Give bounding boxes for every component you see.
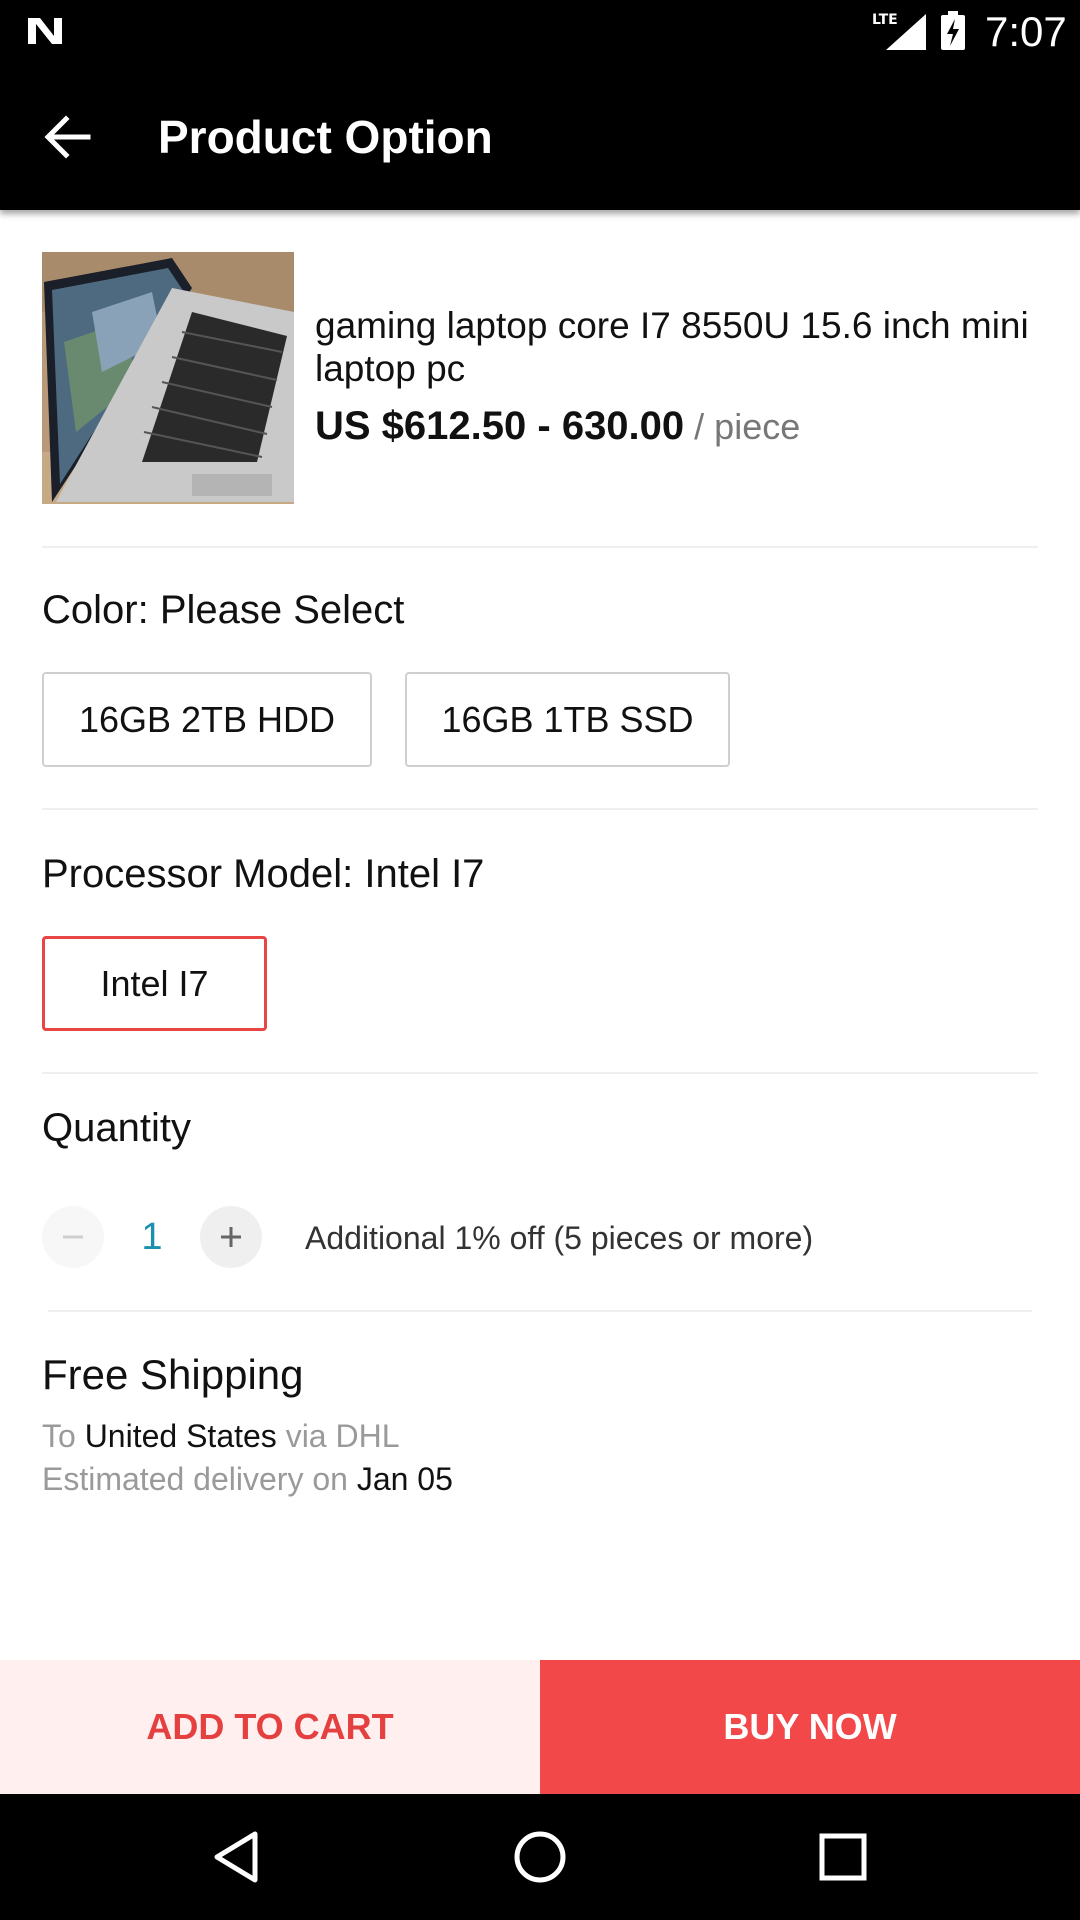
product-price: US $612.50 - 630.00	[315, 404, 685, 448]
delivery-date: Jan 05	[356, 1461, 453, 1497]
color-label: Color: Please Select	[42, 588, 405, 632]
divider	[42, 808, 1038, 810]
laptop-photo-icon	[42, 252, 294, 504]
processor-label: Processor Model: Intel I7	[42, 852, 485, 896]
status-time: 7:07	[985, 8, 1067, 55]
shipping-destination: To United States via DHL	[42, 1416, 400, 1456]
shipping-method: via DHL	[285, 1418, 400, 1454]
quantity-discount-note: Additional 1% off (5 pieces or more)	[305, 1220, 814, 1256]
price-unit: / piece	[694, 406, 801, 447]
system-nav-bar	[0, 1794, 1080, 1920]
quantity-increase-button[interactable]	[200, 1206, 262, 1268]
divider	[48, 1310, 1032, 1312]
svg-text:LTE: LTE	[872, 12, 898, 28]
shipping-estimate: Estimated delivery on Jan 05	[42, 1459, 453, 1499]
lte-signal-icon: LTE	[872, 12, 926, 50]
color-option-16gb-1tb-ssd[interactable]: 16GB 1TB SSD	[405, 672, 730, 767]
product-image	[42, 252, 294, 504]
minus-icon	[63, 1235, 83, 1239]
color-option-16gb-2tb-hdd[interactable]: 16GB 2TB HDD	[42, 672, 372, 767]
add-to-cart-button[interactable]: ADD TO CART	[0, 1660, 540, 1794]
price-line: US $612.50 - 630.00/ piece	[315, 404, 1055, 449]
shipping-to-prefix: To	[42, 1418, 76, 1454]
battery-charging-icon	[941, 11, 965, 50]
delivery-prefix: Estimated delivery on	[42, 1461, 348, 1497]
shipping-title: Free Shipping	[42, 1351, 304, 1398]
nav-recents-icon[interactable]	[810, 1824, 876, 1890]
plus-icon	[221, 1227, 241, 1247]
quantity-label: Quantity	[42, 1106, 191, 1150]
product-name: gaming laptop core I7 8550U 15.6 inch mi…	[315, 305, 1029, 389]
quantity-value[interactable]: 1	[128, 1214, 176, 1260]
page-title: Product Option	[158, 111, 493, 163]
status-bar: LTE 7:07	[0, 0, 1080, 63]
app-bar: Product Option	[0, 63, 1080, 210]
processor-option-intel-i7[interactable]: Intel I7	[42, 936, 267, 1031]
notification-n-icon	[28, 18, 62, 44]
nav-back-icon[interactable]	[203, 1824, 269, 1890]
divider	[42, 546, 1038, 548]
nav-home-icon[interactable]	[507, 1824, 573, 1890]
arrow-back-icon[interactable]	[40, 109, 96, 165]
divider	[42, 1072, 1038, 1074]
product-option-screen: LTE 7:07 Product Option gaming laptop co…	[0, 0, 1080, 1920]
shipping-country: United States	[84, 1418, 277, 1454]
quantity-decrease-button[interactable]	[42, 1206, 104, 1268]
buy-now-button[interactable]: BUY NOW	[540, 1660, 1080, 1794]
